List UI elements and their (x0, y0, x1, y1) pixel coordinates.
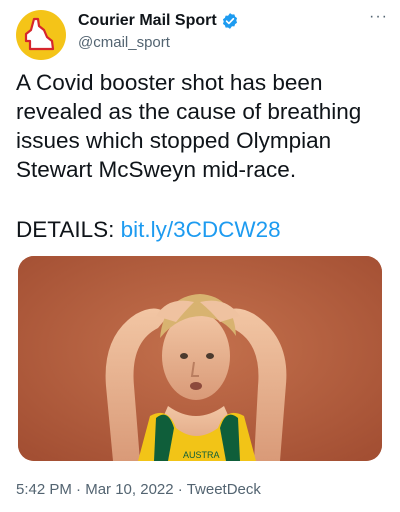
queensland-logo-icon (24, 17, 55, 51)
tweet-time[interactable]: 5:42 PM (16, 481, 72, 498)
tweet-header: Courier Mail Sport @cmail_sport ··· (14, 8, 390, 60)
display-name[interactable]: Courier Mail Sport (78, 10, 239, 32)
meta-separator-2: · (177, 481, 183, 498)
singlet-text: AUSTRA (183, 450, 220, 460)
tweet-client: TweetDeck (186, 481, 261, 498)
tweet-date[interactable]: Mar 10, 2022 (85, 481, 173, 498)
handle[interactable]: @cmail_sport (78, 33, 239, 53)
account-names: Courier Mail Sport @cmail_sport (78, 10, 239, 53)
athlete-photo-icon: AUSTRA (18, 256, 382, 461)
tweet-meta: 5:42 PM · Mar 10, 2022 · TweetDeck (16, 481, 261, 498)
details-line: DETAILS: bit.ly/3CDCW28 (16, 215, 281, 244)
tweet-text: A Covid booster shot has been revealed a… (16, 70, 362, 182)
tweet-media[interactable]: AUSTRA (18, 256, 382, 461)
verified-badge-icon (222, 13, 237, 29)
avatar[interactable] (16, 10, 66, 60)
display-name-text[interactable]: Courier Mail Sport (78, 10, 217, 32)
meta-separator-1: · (76, 481, 82, 498)
details-link[interactable]: bit.ly/3CDCW28 (121, 217, 281, 242)
details-label: DETAILS: (16, 217, 115, 242)
more-options-icon[interactable]: ··· (369, 8, 388, 26)
